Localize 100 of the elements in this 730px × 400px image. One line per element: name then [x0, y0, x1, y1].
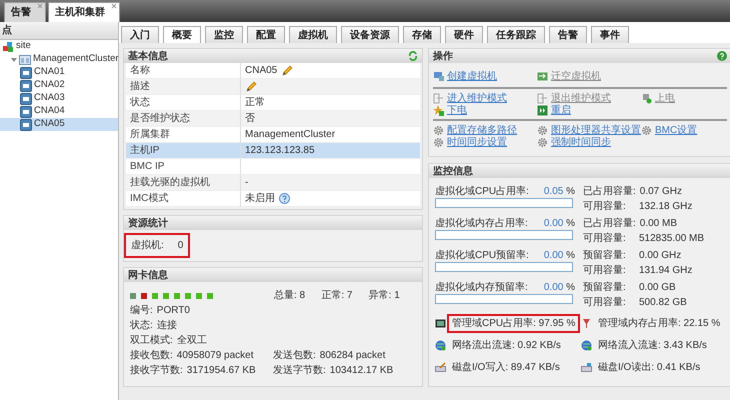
- stat-value: 131.94 GHz: [639, 264, 692, 278]
- port-indicator[interactable]: [141, 292, 147, 298]
- metric-text: 管理域内存占用率: 22.15 %: [597, 316, 722, 331]
- panel-title: 网卡信息: [128, 268, 168, 282]
- stat-label: 预留容量:: [583, 280, 627, 295]
- tab[interactable]: 虚拟机: [289, 26, 337, 43]
- action-link[interactable]: 下电: [433, 104, 537, 116]
- panel-title: 监控信息: [433, 164, 473, 178]
- tree-item[interactable]: ManagementCluster: [0, 53, 118, 66]
- gear-icon: [537, 136, 548, 148]
- tab[interactable]: 任务跟踪: [487, 26, 545, 43]
- meter-value: 0.00 %: [544, 248, 575, 262]
- meter-label: 虚拟化域CPU预留率:: [435, 248, 529, 262]
- field-label: 主机IP: [126, 143, 241, 159]
- action-link[interactable]: 时间同步设置: [433, 136, 537, 148]
- stat-value: 0.00 GHz: [639, 249, 682, 263]
- stat-label: 虚拟机:: [131, 238, 164, 253]
- detail-label: 编号:: [130, 304, 153, 318]
- close-icon[interactable]: [111, 3, 117, 9]
- action-link[interactable]: 创建虚拟机: [433, 70, 537, 82]
- tree-item[interactable]: CNA04: [0, 105, 118, 118]
- stat-value: 512835.00 MB: [639, 232, 704, 246]
- tab[interactable]: 告警: [549, 26, 587, 43]
- field-label: 是否维护状态: [126, 111, 241, 127]
- field-label: 描述: [126, 79, 241, 95]
- detail-label: 双工模式:: [130, 334, 173, 348]
- tab[interactable]: 概要: [163, 26, 201, 43]
- help-icon[interactable]: [717, 51, 728, 61]
- action-link[interactable]: 图形处理器共享设置: [537, 124, 641, 136]
- help-icon[interactable]: [279, 193, 290, 204]
- pencil-icon[interactable]: [245, 81, 257, 92]
- close-icon[interactable]: [37, 3, 43, 9]
- exit-icon: [537, 92, 548, 104]
- meter-value: 0.05 %: [544, 184, 575, 198]
- server-icon: [20, 80, 32, 92]
- document-tab[interactable]: 主机和集群: [48, 2, 120, 22]
- document-tab[interactable]: 告警: [4, 2, 46, 22]
- tab[interactable]: 配置: [247, 26, 285, 43]
- action-link[interactable]: 强制时间同步: [537, 136, 641, 148]
- disk-icon: [435, 362, 446, 373]
- detail-value: 连接: [156, 318, 177, 333]
- stat-label: 可用容量:: [583, 296, 627, 310]
- tree-item[interactable]: CNA03: [0, 92, 118, 105]
- field-label: 挂载光驱的虚拟机: [126, 175, 241, 191]
- panel-title: 基本信息: [128, 50, 168, 64]
- refresh-icon[interactable]: [408, 51, 418, 61]
- port-indicator[interactable]: [130, 292, 136, 298]
- gear-icon: [537, 124, 548, 136]
- star-icon: [433, 104, 444, 116]
- detail-value: 40958079 packet: [176, 349, 254, 363]
- stat-value: 132.18 GHz: [639, 200, 692, 214]
- summary-text: 总量: 8: [274, 288, 306, 303]
- tab[interactable]: 事件: [591, 26, 629, 43]
- site-icon: [2, 40, 14, 52]
- detail-value: PORT0: [156, 304, 190, 318]
- gear-icon: [641, 124, 652, 136]
- metric-text: 网络流出流速: 0.92 KB/s: [451, 338, 562, 353]
- globe-icon: [435, 340, 446, 351]
- field-value: 否: [245, 112, 255, 126]
- meter-label: 虚拟化域内存预留率:: [435, 280, 528, 294]
- globe-icon: [581, 340, 592, 351]
- tab[interactable]: 设备资源: [341, 26, 399, 43]
- stat-label: 可用容量:: [583, 232, 627, 246]
- migrate-icon: [537, 70, 548, 82]
- pencil-icon[interactable]: [281, 65, 294, 76]
- metric-text: 管理域CPU占用率: 97.95 %: [447, 314, 580, 333]
- computer-icon: [433, 70, 444, 82]
- server-icon: [20, 92, 32, 104]
- gear-icon: [433, 136, 444, 148]
- metric-text: 网络流入流速: 3.43 KB/s: [597, 338, 708, 353]
- tree-item[interactable]: CNA01: [0, 66, 118, 79]
- panel-title: 操作: [433, 50, 453, 64]
- field-value: CNA05: [245, 64, 278, 78]
- tree-item[interactable]: site: [0, 40, 118, 53]
- field-value: 123.123.123.85: [245, 144, 315, 158]
- tab[interactable]: 硬件: [445, 26, 483, 43]
- action-link[interactable]: BMC设置: [641, 124, 728, 136]
- detail-label: 发送字节数:: [273, 364, 326, 378]
- tab[interactable]: 存储: [403, 26, 441, 43]
- tab[interactable]: 入门: [121, 26, 159, 43]
- summary-text: 异常: 1: [368, 288, 401, 303]
- stat-label: 可用容量:: [583, 200, 627, 214]
- stat-value: 0: [178, 239, 184, 253]
- panel-title: 资源统计: [128, 216, 168, 230]
- tree-item[interactable]: CNA02: [0, 79, 118, 92]
- tree-item[interactable]: CNA05: [0, 118, 118, 131]
- stat-label: 已占用容量:: [583, 184, 636, 199]
- stat-value: 0.00 MB: [640, 217, 678, 231]
- meter-value: 0.00 %: [544, 216, 575, 230]
- detail-value: 3171954.67 KB: [186, 364, 256, 378]
- summary-text: 正常: 7: [321, 288, 354, 303]
- meter-value: 0.00 %: [544, 280, 575, 294]
- action-link[interactable]: 重启: [537, 104, 641, 116]
- detail-label: 发送包数:: [273, 349, 316, 363]
- action-link[interactable]: 配置存储多路径: [433, 124, 537, 136]
- stat-value: 0.00 GB: [639, 281, 676, 295]
- tab[interactable]: 监控: [205, 26, 243, 43]
- stat-label: 预留容量:: [583, 248, 627, 263]
- panel-title: 点: [0, 22, 118, 40]
- action-link[interactable]: 进入维护模式: [433, 92, 537, 104]
